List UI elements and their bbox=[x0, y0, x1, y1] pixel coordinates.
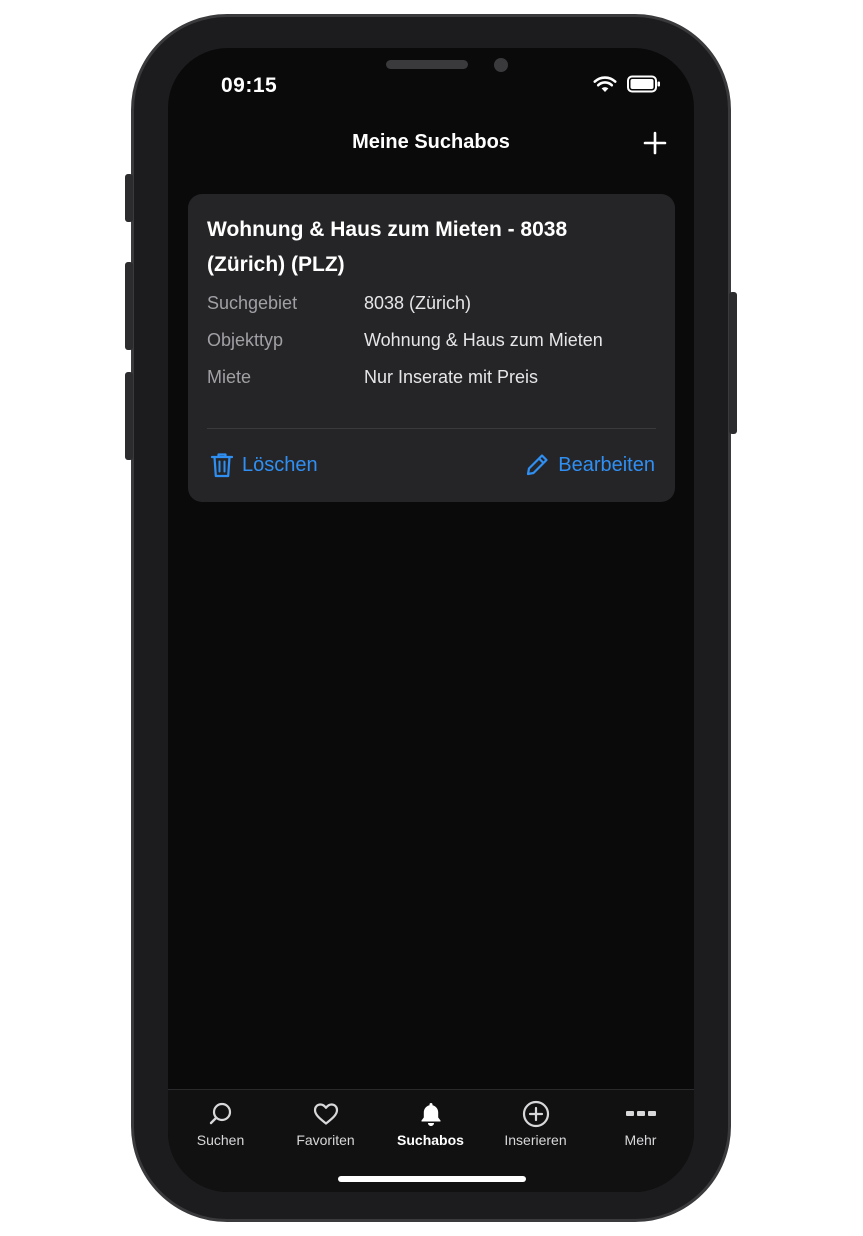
pencil-icon bbox=[527, 454, 548, 476]
edit-label: Bearbeiten bbox=[558, 453, 655, 476]
app-screen: 09:15 Meine Suchabos Wohnung & Haus zum … bbox=[168, 48, 694, 1192]
detail-label: Suchgebiet bbox=[207, 293, 298, 313]
tab-suchen[interactable]: Suchen bbox=[168, 1100, 273, 1148]
tab-inserieren[interactable]: Inserieren bbox=[483, 1100, 588, 1148]
page-title: Meine Suchabos bbox=[352, 131, 510, 153]
status-icons bbox=[593, 75, 661, 98]
detail-label: Miete bbox=[207, 367, 252, 387]
volume-down-button bbox=[125, 372, 133, 460]
tab-label: Mehr bbox=[624, 1132, 657, 1148]
search-icon bbox=[209, 1102, 231, 1125]
heart-icon bbox=[313, 1103, 338, 1125]
plus-icon bbox=[643, 131, 667, 155]
front-camera bbox=[494, 58, 508, 72]
card-divider bbox=[207, 428, 656, 429]
more-icon bbox=[625, 1111, 656, 1116]
status-time: 09:15 bbox=[221, 74, 278, 97]
tab-label: Suchabos bbox=[397, 1132, 464, 1148]
bell-icon bbox=[421, 1103, 440, 1126]
wifi-icon bbox=[593, 75, 617, 98]
tab-label: Favoriten bbox=[296, 1132, 355, 1148]
delete-label: Löschen bbox=[242, 453, 318, 476]
home-indicator bbox=[338, 1176, 526, 1182]
trash-icon bbox=[210, 453, 234, 478]
mute-switch bbox=[125, 174, 133, 222]
speaker-grille bbox=[386, 60, 468, 69]
detail-label: Objekttyp bbox=[207, 330, 284, 350]
tab-label: Suchen bbox=[196, 1132, 245, 1148]
plus-circle-icon bbox=[522, 1100, 549, 1128]
tab-favoriten[interactable]: Favoriten bbox=[273, 1100, 378, 1148]
add-subscription-button[interactable] bbox=[642, 130, 668, 156]
delete-button[interactable]: Löschen bbox=[210, 452, 318, 478]
edit-button[interactable]: Bearbeiten bbox=[524, 452, 655, 478]
tab-label: Inserieren bbox=[504, 1132, 567, 1148]
search-subscription-card[interactable]: Wohnung & Haus zum Mieten - 8038 (Zürich… bbox=[188, 194, 675, 502]
subscription-title: Wohnung & Haus zum Mieten - 8038 (Zürich… bbox=[207, 218, 568, 276]
tab-suchabos[interactable]: Suchabos bbox=[378, 1100, 483, 1148]
detail-value: Wohnung & Haus zum Mieten bbox=[364, 330, 603, 350]
volume-up-button bbox=[125, 262, 133, 350]
detail-value: Nur Inserate mit Preis bbox=[364, 367, 539, 387]
power-button bbox=[729, 292, 737, 434]
tab-mehr[interactable]: Mehr bbox=[588, 1100, 693, 1148]
battery-icon bbox=[627, 75, 661, 98]
detail-value: 8038 (Zürich) bbox=[364, 293, 472, 313]
